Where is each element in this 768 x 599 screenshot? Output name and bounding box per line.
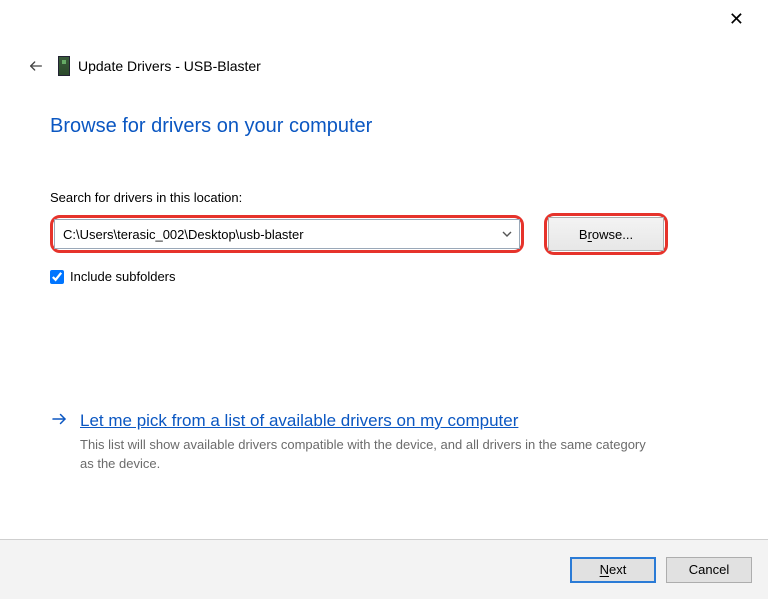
wizard-title: Update Drivers - USB-Blaster	[78, 58, 261, 74]
include-subfolders-row: Include subfolders	[50, 269, 718, 284]
pick-text: Let me pick from a list of available dri…	[80, 410, 718, 474]
wizard-header: Update Drivers - USB-Blaster	[0, 0, 768, 80]
close-icon[interactable]: ✕	[729, 10, 744, 28]
arrow-right-icon	[50, 410, 68, 474]
wizard-footer: Next Cancel	[0, 539, 768, 599]
wizard-body: Browse for drivers on your computer Sear…	[0, 80, 768, 539]
path-highlight	[50, 215, 524, 253]
page-heading: Browse for drivers on your computer	[50, 114, 718, 138]
next-button[interactable]: Next	[570, 557, 656, 583]
cancel-button[interactable]: Cancel	[666, 557, 752, 583]
include-subfolders-label: Include subfolders	[70, 269, 176, 284]
search-location-label: Search for drivers in this location:	[50, 190, 718, 205]
back-arrow-icon[interactable]	[28, 58, 44, 74]
pick-from-list-link[interactable]: Let me pick from a list of available dri…	[80, 411, 518, 430]
path-input[interactable]	[55, 220, 495, 248]
pick-from-list-block: Let me pick from a list of available dri…	[50, 410, 718, 474]
path-combobox[interactable]	[54, 219, 520, 249]
browse-button[interactable]: Browse...	[548, 217, 664, 251]
search-input-row: Browse...	[50, 213, 718, 255]
include-subfolders-checkbox[interactable]	[50, 270, 64, 284]
pick-description: This list will show available drivers co…	[80, 436, 660, 474]
browse-highlight: Browse...	[544, 213, 668, 255]
chevron-down-icon[interactable]	[495, 220, 519, 248]
device-chip-icon	[58, 56, 70, 76]
driver-wizard-window: ✕ Update Drivers - USB-Blaster Browse fo…	[0, 0, 768, 599]
